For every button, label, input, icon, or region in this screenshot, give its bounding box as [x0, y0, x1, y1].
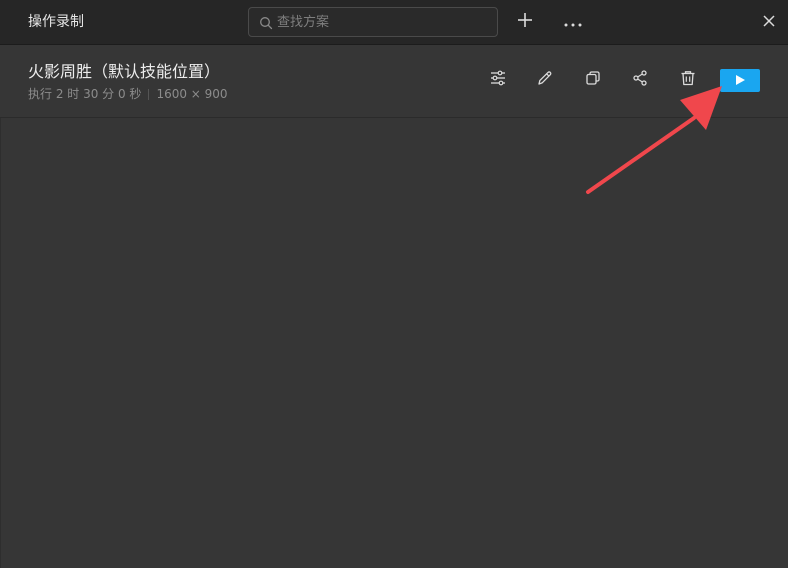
plan-duration: 执行 2 时 30 分 0 秒 — [28, 87, 142, 101]
run-plan-button[interactable] — [720, 69, 760, 92]
window-title: 操作录制 — [28, 14, 84, 30]
title-bar: 操作录制 — [0, 0, 788, 45]
content-left-border — [0, 118, 1, 568]
search-box[interactable] — [248, 7, 498, 37]
recording-window: 操作录制 查找方案 火影周胜（默认技能位置） 执行 2 时 30 分 0 秒 1… — [0, 0, 788, 568]
plan-title: 火影周胜（默认技能位置） — [28, 62, 221, 81]
plan-item[interactable]: 火影周胜（默认技能位置） 执行 2 时 30 分 0 秒 1600 × 900 — [0, 45, 788, 118]
ellipsis-icon — [563, 13, 583, 32]
share-icon — [631, 69, 649, 91]
search-icon — [259, 15, 273, 30]
settings-sliders-icon — [489, 69, 507, 91]
plan-meta: 执行 2 时 30 分 0 秒 1600 × 900 — [28, 86, 228, 102]
copy-icon — [584, 69, 602, 91]
meta-divider — [148, 88, 150, 100]
add-plan-button[interactable] — [512, 9, 538, 35]
plan-settings-button[interactable] — [486, 68, 510, 92]
play-icon — [734, 71, 746, 90]
delete-plan-button[interactable] — [676, 68, 700, 92]
share-plan-button[interactable] — [628, 68, 652, 92]
close-button[interactable] — [756, 9, 782, 35]
delete-trash-icon — [679, 69, 697, 91]
edit-plan-button[interactable] — [533, 68, 557, 92]
copy-plan-button[interactable] — [581, 68, 605, 92]
plan-resolution: 1600 × 900 — [156, 87, 228, 101]
plus-icon — [516, 11, 534, 33]
edit-pencil-icon — [536, 69, 554, 91]
search-input[interactable] — [277, 8, 487, 36]
more-options-button[interactable] — [560, 9, 586, 35]
close-icon — [762, 13, 776, 32]
